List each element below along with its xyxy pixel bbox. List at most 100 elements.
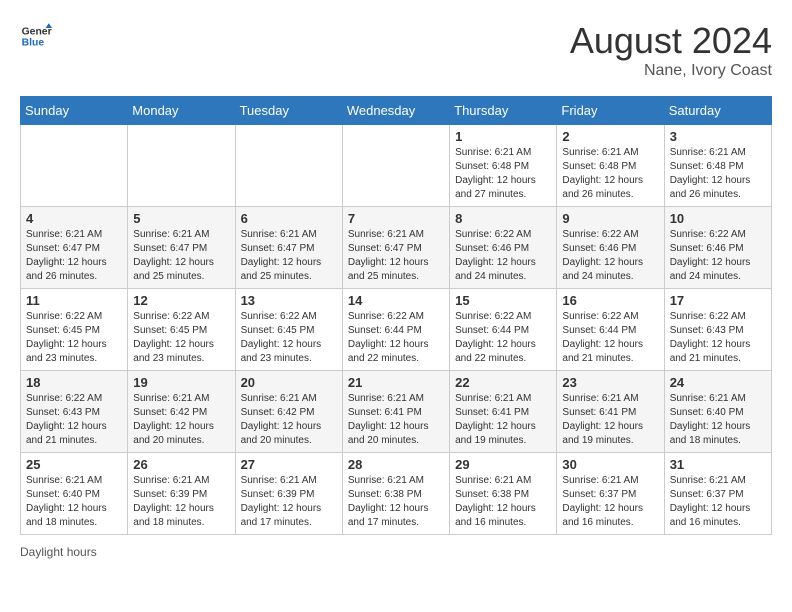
title-block: August 2024 Nane, Ivory Coast [570, 20, 772, 80]
day-number: 8 [455, 211, 551, 226]
calendar-cell: 30 Sunrise: 6:21 AM Sunset: 6:37 PM Dayli… [557, 453, 664, 535]
day-info: Sunrise: 6:21 AM Sunset: 6:48 PM Dayligh… [670, 146, 766, 202]
day-info: Sunrise: 6:22 AM Sunset: 6:45 PM Dayligh… [133, 310, 229, 366]
calendar-cell: 25Sunrise: 6:21 AM Sunset: 6:40 PM Dayli… [21, 453, 128, 535]
calendar-cell: 20 Sunrise: 6:21 AM Sunset: 6:42 PM Dayli… [235, 371, 342, 453]
day-info: Sunrise: 6:21 AM Sunset: 6:47 PM Dayligh… [241, 228, 337, 284]
day-info: Sunrise: 6:21 AM Sunset: 6:37 PM Dayligh… [670, 474, 766, 530]
calendar-cell: 7Sunrise: 6:21 AM Sunset: 6:47 PM Daylig… [342, 207, 449, 289]
day-info: Sunrise: 6:21 AM Sunset: 6:47 PM Dayligh… [26, 228, 122, 284]
calendar-cell: 14 Sunrise: 6:22 AM Sunset: 6:44 PM Dayli… [342, 289, 449, 371]
day-info: Sunrise: 6:22 AM Sunset: 6:44 PM Dayligh… [348, 310, 444, 366]
day-number: 16 [562, 293, 658, 308]
day-info: Sunrise: 6:22 AM Sunset: 6:44 PM Dayligh… [562, 310, 658, 366]
calendar-header-friday: Friday [557, 97, 664, 125]
day-number: 26 [133, 457, 229, 472]
day-info: Sunrise: 6:22 AM Sunset: 6:45 PM Dayligh… [26, 310, 122, 366]
calendar-cell: 21 Sunrise: 6:21 AM Sunset: 6:41 PM Dayli… [342, 371, 449, 453]
day-number: 24 [670, 375, 766, 390]
day-info: Sunrise: 6:21 AM Sunset: 6:39 PM Dayligh… [133, 474, 229, 530]
calendar-header-tuesday: Tuesday [235, 97, 342, 125]
calendar-cell: 6Sunrise: 6:21 AM Sunset: 6:47 PM Daylig… [235, 207, 342, 289]
calendar-cell: 24 Sunrise: 6:21 AM Sunset: 6:40 PM Dayli… [664, 371, 771, 453]
day-number: 29 [455, 457, 551, 472]
calendar-header-row: SundayMondayTuesdayWednesdayThursdayFrid… [21, 97, 772, 125]
svg-text:Blue: Blue [22, 38, 45, 49]
calendar-week-row: 18 Sunrise: 6:22 AM Sunset: 6:43 PM Dayli… [21, 371, 772, 453]
daylight-hours-label: Daylight hours [20, 545, 97, 559]
calendar-cell: 27Sunrise: 6:21 AM Sunset: 6:39 PM Dayli… [235, 453, 342, 535]
day-number: 23 [562, 375, 658, 390]
day-number: 12 [133, 293, 229, 308]
calendar-cell: 11 Sunrise: 6:22 AM Sunset: 6:45 PM Dayli… [21, 289, 128, 371]
calendar-header-monday: Monday [128, 97, 235, 125]
day-info: Sunrise: 6:22 AM Sunset: 6:44 PM Dayligh… [455, 310, 551, 366]
calendar-cell: 4Sunrise: 6:21 AM Sunset: 6:47 PM Daylig… [21, 207, 128, 289]
day-number: 31 [670, 457, 766, 472]
calendar-cell: 18 Sunrise: 6:22 AM Sunset: 6:43 PM Dayli… [21, 371, 128, 453]
calendar-cell [128, 125, 235, 207]
day-number: 22 [455, 375, 551, 390]
day-info: Sunrise: 6:22 AM Sunset: 6:43 PM Dayligh… [670, 310, 766, 366]
day-number: 27 [241, 457, 337, 472]
day-number: 30 [562, 457, 658, 472]
day-number: 18 [26, 375, 122, 390]
calendar-cell: 16 Sunrise: 6:22 AM Sunset: 6:44 PM Dayli… [557, 289, 664, 371]
day-info: Sunrise: 6:21 AM Sunset: 6:38 PM Dayligh… [455, 474, 551, 530]
day-info: Sunrise: 6:21 AM Sunset: 6:41 PM Dayligh… [348, 392, 444, 448]
calendar-cell: 3 Sunrise: 6:21 AM Sunset: 6:48 PM Daylig… [664, 125, 771, 207]
day-number: 14 [348, 293, 444, 308]
day-number: 11 [26, 293, 122, 308]
day-number: 17 [670, 293, 766, 308]
day-number: 7 [348, 211, 444, 226]
day-info: Sunrise: 6:22 AM Sunset: 6:43 PM Dayligh… [26, 392, 122, 448]
calendar-week-row: 11 Sunrise: 6:22 AM Sunset: 6:45 PM Dayli… [21, 289, 772, 371]
calendar-header-sunday: Sunday [21, 97, 128, 125]
day-info: Sunrise: 6:21 AM Sunset: 6:41 PM Dayligh… [455, 392, 551, 448]
calendar-cell [342, 125, 449, 207]
day-number: 21 [348, 375, 444, 390]
day-number: 3 [670, 129, 766, 144]
day-info: Sunrise: 6:22 AM Sunset: 6:45 PM Dayligh… [241, 310, 337, 366]
calendar-cell: 29 Sunrise: 6:21 AM Sunset: 6:38 PM Dayli… [450, 453, 557, 535]
day-number: 15 [455, 293, 551, 308]
day-info: Sunrise: 6:21 AM Sunset: 6:41 PM Dayligh… [562, 392, 658, 448]
calendar-week-row: 1 Sunrise: 6:21 AM Sunset: 6:48 PM Daylig… [21, 125, 772, 207]
calendar-week-row: 4Sunrise: 6:21 AM Sunset: 6:47 PM Daylig… [21, 207, 772, 289]
day-info: Sunrise: 6:22 AM Sunset: 6:46 PM Dayligh… [455, 228, 551, 284]
day-info: Sunrise: 6:21 AM Sunset: 6:40 PM Dayligh… [670, 392, 766, 448]
day-info: Sunrise: 6:21 AM Sunset: 6:42 PM Dayligh… [241, 392, 337, 448]
page-header: General Blue August 2024 Nane, Ivory Coa… [20, 20, 772, 80]
calendar-header-wednesday: Wednesday [342, 97, 449, 125]
calendar-cell: 17 Sunrise: 6:22 AM Sunset: 6:43 PM Dayli… [664, 289, 771, 371]
day-info: Sunrise: 6:21 AM Sunset: 6:37 PM Dayligh… [562, 474, 658, 530]
day-info: Sunrise: 6:21 AM Sunset: 6:42 PM Dayligh… [133, 392, 229, 448]
day-number: 1 [455, 129, 551, 144]
main-title: August 2024 [570, 20, 772, 62]
subtitle: Nane, Ivory Coast [570, 62, 772, 80]
calendar-cell: 9Sunrise: 6:22 AM Sunset: 6:46 PM Daylig… [557, 207, 664, 289]
day-info: Sunrise: 6:22 AM Sunset: 6:46 PM Dayligh… [670, 228, 766, 284]
svg-text:General: General [22, 26, 52, 37]
calendar-cell: 31 Sunrise: 6:21 AM Sunset: 6:37 PM Dayli… [664, 453, 771, 535]
calendar-week-row: 25Sunrise: 6:21 AM Sunset: 6:40 PM Dayli… [21, 453, 772, 535]
calendar-cell: 8 Sunrise: 6:22 AM Sunset: 6:46 PM Daylig… [450, 207, 557, 289]
calendar-cell: 5Sunrise: 6:21 AM Sunset: 6:47 PM Daylig… [128, 207, 235, 289]
calendar-cell: 19 Sunrise: 6:21 AM Sunset: 6:42 PM Dayli… [128, 371, 235, 453]
day-number: 25 [26, 457, 122, 472]
calendar-cell: 26 Sunrise: 6:21 AM Sunset: 6:39 PM Dayli… [128, 453, 235, 535]
calendar-cell: 12 Sunrise: 6:22 AM Sunset: 6:45 PM Dayli… [128, 289, 235, 371]
day-number: 20 [241, 375, 337, 390]
logo-icon: General Blue [20, 20, 52, 52]
calendar-cell [21, 125, 128, 207]
day-number: 5 [133, 211, 229, 226]
calendar-header-saturday: Saturday [664, 97, 771, 125]
day-number: 13 [241, 293, 337, 308]
calendar-cell: 10Sunrise: 6:22 AM Sunset: 6:46 PM Dayli… [664, 207, 771, 289]
day-number: 19 [133, 375, 229, 390]
calendar-header-thursday: Thursday [450, 97, 557, 125]
calendar-cell: 1Sunrise: 6:21 AM Sunset: 6:48 PM Daylig… [450, 125, 557, 207]
calendar-table: SundayMondayTuesdayWednesdayThursdayFrid… [20, 96, 772, 535]
day-info: Sunrise: 6:21 AM Sunset: 6:48 PM Dayligh… [562, 146, 658, 202]
calendar-cell: 22 Sunrise: 6:21 AM Sunset: 6:41 PM Dayli… [450, 371, 557, 453]
